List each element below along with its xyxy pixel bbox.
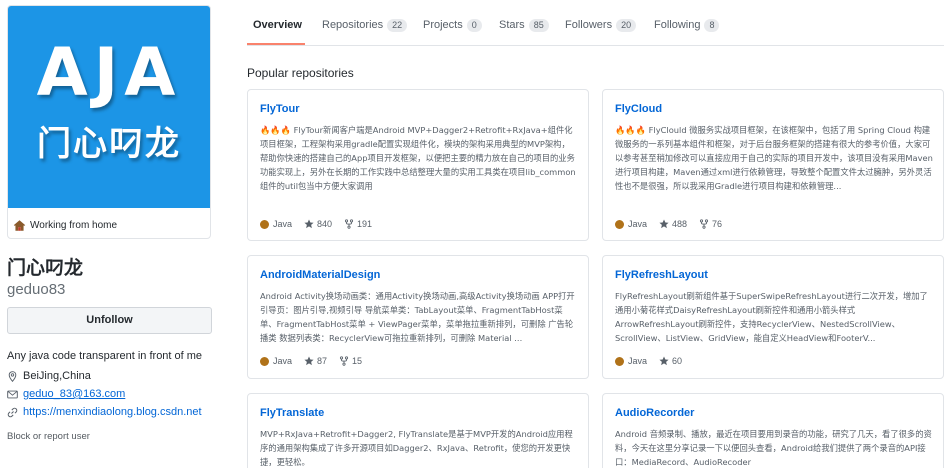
language-color-dot [615, 219, 624, 229]
stars-count: 60 [672, 356, 683, 366]
repo-description: FlyRefreshLayout刷新组件基于SuperSwipeRefreshL… [615, 291, 928, 343]
fork-icon [344, 219, 354, 229]
tab-following[interactable]: Following 8 [654, 17, 720, 33]
profile-bio: Any java code transparent in front of me [7, 350, 203, 362]
user-status[interactable]: Working from home [13, 215, 117, 235]
avatar-text-primary: AJA [36, 34, 182, 111]
repo-description: MVP+RxJava+Retrofit+Dagger2, FlyTranslat… [260, 429, 573, 467]
avatar-text-secondary: 门心叼龙 [37, 124, 181, 164]
tab-overview-label: Overview [253, 19, 302, 31]
repo-name-link[interactable]: FlyRefreshLayout [615, 269, 708, 281]
language-label: Java [273, 219, 293, 229]
star-icon [304, 356, 314, 366]
repo-card: FlyCloud 🔥🔥🔥 FlyClould 微服务实战项目框架，在该框架中，包… [602, 89, 944, 241]
repo-description: 🔥🔥🔥 FlyClould 微服务实战项目框架，在该框架中，包括了用 Sprin… [615, 125, 933, 191]
repo-name-link[interactable]: AudioRecorder [615, 407, 694, 419]
website-link[interactable]: https://menxindiaolong.blog.csdn.net [23, 406, 202, 418]
tab-repositories-label: Repositories [322, 19, 384, 31]
stars-count: 87 [317, 356, 328, 366]
repo-description: Android 音频录制、播放，最近在项目要用到录音的功能，研究了几天，看了很多… [615, 429, 932, 467]
repo-stars[interactable]: 60 [659, 356, 682, 366]
profile-tabs: Overview Repositories 22 Projects 0 Star… [247, 0, 944, 46]
language-label: Java [628, 356, 648, 366]
repo-card: AudioRecorder Android 音频录制、播放，最近在项目要用到录音… [602, 393, 944, 468]
tab-following-count: 8 [704, 18, 720, 32]
stars-count: 488 [672, 219, 688, 229]
profile-email: geduo_83@163.com [7, 385, 212, 403]
unfollow-button[interactable]: Unfollow [7, 307, 212, 334]
forks-count: 15 [352, 356, 363, 366]
profile-details: BeiJing,China geduo_83@163.com https://m… [7, 367, 212, 421]
repo-card: FlyRefreshLayout FlyRefreshLayout刷新组件基于S… [602, 255, 944, 379]
repo-card: AndroidMaterialDesign Android Activity换场… [247, 255, 589, 379]
star-icon [659, 219, 669, 229]
block-report-link[interactable]: Block or report user [7, 431, 212, 442]
tab-selected-underline [247, 43, 305, 45]
repo-stars[interactable]: 87 [304, 356, 327, 366]
repo-card: FlyTranslate MVP+RxJava+Retrofit+Dagger2… [247, 393, 589, 468]
language-color-dot [260, 219, 269, 229]
language-label: Java [273, 356, 293, 366]
link-icon [7, 407, 18, 417]
tab-repositories[interactable]: Repositories 22 [322, 17, 408, 33]
status-text: Working from home [30, 219, 118, 231]
profile-website: https://menxindiaolong.blog.csdn.net [7, 403, 212, 421]
avatar-card: AJA 门心叼龙 Working from home [7, 5, 211, 239]
forks-count: 76 [712, 219, 723, 229]
repo-name-link[interactable]: FlyCloud [615, 103, 662, 115]
repo-language: Java [273, 356, 292, 366]
tab-stars-count: 85 [528, 18, 549, 32]
avatar[interactable]: AJA 门心叼龙 [8, 6, 210, 208]
repo-stars[interactable]: 840 [304, 219, 332, 229]
tab-followers-label: Followers [565, 19, 613, 31]
star-icon [659, 356, 669, 366]
tab-stars[interactable]: Stars 85 [499, 17, 549, 33]
repo-language: Java [273, 219, 292, 229]
repo-description: Android Activity换场动画类：通用Activity换场动画,高级A… [260, 291, 575, 343]
profile-sidebar: AJA 门心叼龙 Working from home 门心叼龙 geduo83 … [7, 5, 212, 442]
email-link[interactable]: geduo_83@163.com [23, 388, 125, 400]
repo-meta: Java 840 191 [260, 217, 384, 231]
repo-language: Java [628, 356, 647, 366]
repo-meta: Java 488 76 [615, 217, 734, 231]
star-icon [304, 219, 314, 229]
tab-overview[interactable]: Overview [253, 17, 302, 33]
repo-forks[interactable]: 76 [699, 219, 722, 229]
tab-stars-label: Stars [499, 19, 525, 31]
location-pin-icon [8, 370, 17, 382]
language-color-dot [615, 356, 624, 366]
profile-location: BeiJing,China [7, 367, 212, 385]
profile-display-name: 门心叼龙 [7, 257, 84, 279]
language-color-dot [260, 356, 269, 366]
tab-followers[interactable]: Followers 20 [565, 17, 637, 33]
repo-name-link[interactable]: FlyTranslate [260, 407, 324, 419]
repo-forks[interactable]: 191 [344, 219, 372, 229]
repo-description: 🔥🔥🔥 FlyTour新闻客户端是Android MVP+Dagger2+Ret… [260, 125, 576, 191]
stars-count: 840 [317, 219, 333, 229]
fork-icon [339, 356, 349, 366]
fork-icon [699, 219, 709, 229]
house-icon [13, 219, 26, 231]
tab-followers-count: 20 [616, 18, 637, 32]
tab-projects[interactable]: Projects 0 [423, 17, 482, 33]
profile-login: geduo83 [7, 281, 66, 298]
location-text: BeiJing,China [23, 370, 91, 382]
language-label: Java [628, 219, 648, 229]
repo-stars[interactable]: 488 [659, 219, 687, 229]
repo-language: Java [628, 219, 647, 229]
repo-card: FlyTour 🔥🔥🔥 FlyTour新闻客户端是Android MVP+Dag… [247, 89, 589, 241]
repo-name-link[interactable]: FlyTour [260, 103, 300, 115]
popular-repos-heading: Popular repositories [247, 66, 354, 80]
tab-projects-count: 0 [466, 18, 482, 32]
repo-meta: Java 60 [615, 354, 694, 368]
mail-icon [7, 390, 18, 398]
repo-meta: Java 87 15 [260, 354, 374, 368]
repo-name-link[interactable]: AndroidMaterialDesign [260, 269, 380, 281]
repo-forks[interactable]: 15 [339, 356, 362, 366]
tab-repositories-count: 22 [387, 18, 408, 32]
tab-projects-label: Projects [423, 19, 463, 31]
forks-count: 191 [357, 219, 373, 229]
tab-following-label: Following [654, 19, 701, 31]
